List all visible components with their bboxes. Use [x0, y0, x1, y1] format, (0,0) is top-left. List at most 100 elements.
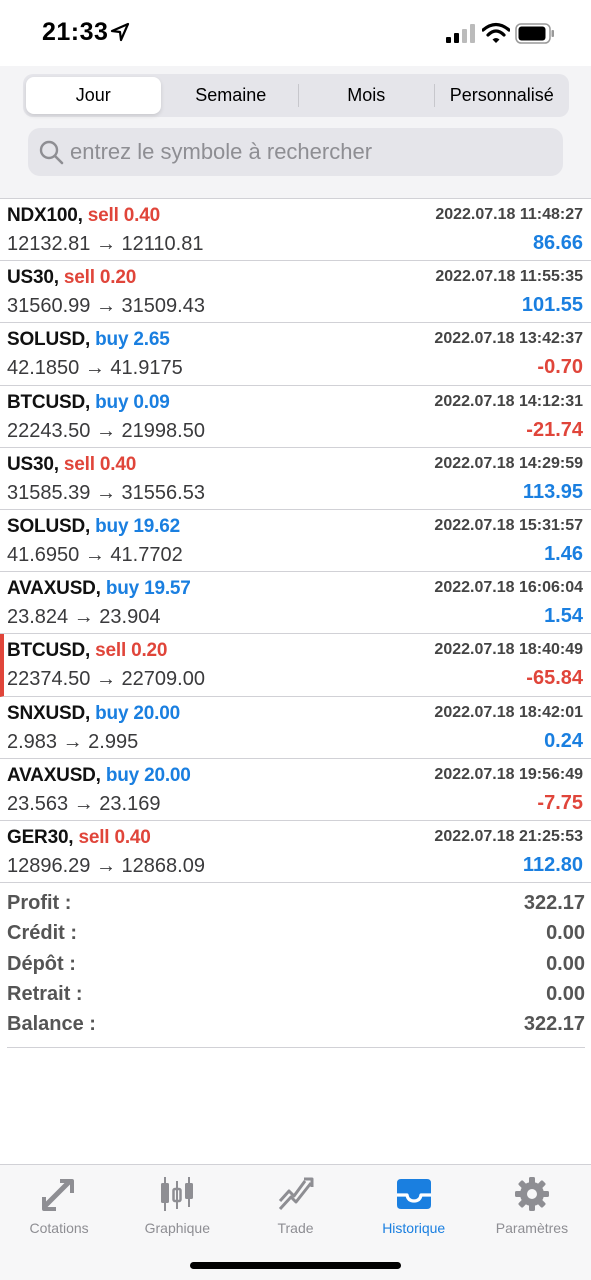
trade-prices: 31585.39 → 31556.53: [7, 481, 205, 504]
trade-row[interactable]: NDX100, sell 0.40 2022.07.18 11:48:27 1213…: [0, 199, 591, 262]
location-arrow-icon: [110, 22, 130, 42]
trade-profit: -21.74: [526, 418, 583, 441]
trade-side-volume: sell 0.20: [95, 640, 168, 662]
trade-symbol: US30, sell 0.20: [7, 267, 136, 289]
summary-row: Retrait : 0.00: [7, 981, 585, 1011]
trade-symbol: SOLUSD, buy 19.62: [7, 516, 180, 538]
trade-prices: 22374.50 → 22709.00: [7, 668, 205, 691]
status-time: 21:33: [42, 18, 109, 46]
trade-side-volume: sell 0.40: [63, 453, 137, 475]
home-indicator: [190, 1262, 401, 1269]
trade-prices: 41.6950 → 41.7702: [7, 543, 183, 566]
trade-side-volume: buy 19.57: [105, 578, 191, 600]
trade-profit: 1.46: [544, 542, 583, 565]
header: Jour Semaine Mois Personnalisé entrez le…: [0, 66, 591, 198]
trade-row[interactable]: AVAXUSD, buy 19.57 2022.07.18 16:06:04 23.…: [0, 572, 591, 635]
trade-profit: -7.75: [537, 791, 583, 814]
trade-profit: 112.80: [522, 853, 583, 876]
status-bar: 21:33: [0, 0, 591, 66]
trade-side-volume: buy 20.00: [95, 702, 180, 724]
search-input[interactable]: entrez le symbole à rechercher: [28, 128, 563, 176]
search-placeholder: entrez le symbole à rechercher: [70, 139, 373, 164]
tab-semaine[interactable]: Semaine: [164, 74, 299, 117]
symbol-name: AVAXUSD,: [7, 578, 101, 600]
summary-value: 0.00: [546, 952, 585, 975]
candlestick-chart-icon: [161, 1177, 194, 1211]
trade-prices: 23.563 → 23.169: [7, 792, 161, 815]
inbox-tray-icon: [396, 1179, 431, 1209]
trade-row[interactable]: BTCUSD, sell 0.20 2022.07.18 18:40:49 2237…: [0, 634, 591, 697]
trade-profit: 113.95: [522, 480, 583, 503]
tab-jour[interactable]: Jour: [26, 77, 161, 114]
trade-row[interactable]: US30, sell 0.40 2022.07.18 14:29:59 31585.…: [0, 448, 591, 510]
trade-row[interactable]: US30, sell 0.20 2022.07.18 11:55:35 31560.…: [0, 261, 591, 324]
trade-close-time: 2022.07.18 11:48:27: [435, 206, 583, 223]
symbol-name: US30,: [7, 453, 59, 475]
trade-profit: 86.66: [532, 232, 583, 254]
trade-symbol: SOLUSD, buy 2.65: [7, 329, 170, 351]
symbol-name: BTCUSD,: [7, 391, 91, 413]
symbol-name: SOLUSD,: [7, 329, 91, 351]
period-segmented-control: Jour Semaine Mois Personnalisé: [23, 74, 569, 117]
symbol-name: SOLUSD,: [7, 515, 91, 537]
trade-profit: 101.55: [521, 294, 583, 317]
trade-profit: -0.70: [537, 356, 583, 379]
symbol-name: AVAXUSD,: [7, 764, 101, 786]
trade-symbol: AVAXUSD, buy 19.57: [7, 578, 191, 600]
trade-side-volume: buy 20.00: [105, 764, 191, 786]
trade-close-time: 2022.07.18 18:42:01: [434, 703, 583, 721]
trade-symbol: AVAXUSD, buy 20.00: [7, 765, 191, 787]
tab-cotations[interactable]: Cotations: [0, 1165, 118, 1280]
trade-close-time: 2022.07.18 13:42:37: [434, 330, 583, 348]
symbol-name: GER30,: [7, 826, 74, 848]
symbol-name: BTCUSD,: [7, 640, 91, 662]
trade-side-volume: sell 0.40: [78, 826, 151, 848]
trade-close-time: 2022.07.18 15:31:57: [434, 516, 583, 534]
trade-history-list: NDX100, sell 0.40 2022.07.18 11:48:27 1213…: [0, 198, 591, 884]
cellular-signal-icon: [446, 24, 475, 43]
trade-side-volume: buy 0.09: [95, 391, 170, 413]
trade-row[interactable]: BTCUSD, buy 0.09 2022.07.18 14:12:31 22243…: [0, 386, 591, 448]
summary-label: Retrait :: [7, 982, 83, 1005]
tab-parametres[interactable]: Paramètres: [473, 1165, 591, 1280]
trend-line-icon: [278, 1177, 313, 1211]
trade-close-time: 2022.07.18 14:12:31: [434, 392, 583, 410]
summary-label: Profit :: [7, 892, 72, 914]
trade-close-time: 2022.07.18 18:40:49: [434, 641, 583, 659]
trade-side-volume: buy 2.65: [95, 329, 170, 351]
summary-label: Crédit :: [7, 922, 77, 945]
trade-prices: 31560.99 → 31509.43: [7, 295, 205, 318]
trade-row[interactable]: SOLUSD, buy 19.62 2022.07.18 15:31:57 41.6…: [0, 510, 591, 573]
gear-icon: [514, 1177, 549, 1211]
trade-profit: 0.24: [544, 729, 583, 752]
trade-prices: 12132.81 → 12110.81: [7, 233, 204, 255]
trade-symbol: GER30, sell 0.40: [7, 827, 151, 849]
summary-row: Dépôt : 0.00: [7, 951, 585, 981]
tab-label: Cotations: [29, 1220, 89, 1236]
trade-prices: 23.824 → 23.904: [7, 606, 161, 629]
tab-label: Historique: [382, 1220, 446, 1236]
summary-value: 322.17: [523, 1013, 585, 1036]
tab-label: Paramètres: [495, 1220, 569, 1236]
account-summary: Profit : 322.17 Crédit : 0.00 Dépôt :0.00 Ret…: [7, 890, 585, 1049]
trade-symbol: NDX100, sell 0.40: [7, 205, 160, 227]
tab-mois[interactable]: Mois: [299, 74, 434, 117]
trade-symbol: US30, sell 0.40: [7, 454, 136, 476]
tab-label: Graphique: [144, 1220, 210, 1236]
trade-symbol: BTCUSD, sell 0.20: [7, 640, 167, 662]
tab-label: Trade: [277, 1220, 314, 1236]
trade-symbol: BTCUSD, buy 0.09: [7, 392, 170, 414]
trade-prices: 42.1850 → 41.9175: [7, 357, 183, 380]
symbol-name: SNXUSD,: [7, 702, 91, 724]
quotes-arrows-icon: [42, 1179, 75, 1211]
search-icon: [39, 140, 64, 165]
trade-row[interactable]: GER30, sell 0.40 2022.07.18 21:25:53 12896…: [0, 821, 591, 884]
trade-close-time: 2022.07.18 11:55:35: [435, 268, 583, 286]
trade-row[interactable]: SOLUSD, buy 2.65 2022.07.18 13:42:37 42.18…: [0, 323, 591, 386]
trade-prices: 12896.29 → 12868.09: [7, 854, 205, 877]
tab-personnalise[interactable]: Personnalisé: [435, 74, 570, 117]
trade-row[interactable]: AVAXUSD, buy 20.00 2022.07.18 19:56:49 23.…: [0, 759, 591, 821]
trade-row[interactable]: SNXUSD, buy 20.00 2022.07.18 18:42:01 2.98…: [0, 697, 591, 759]
trade-profit: 1.54: [544, 605, 583, 628]
trade-close-time: 2022.07.18 19:56:49: [434, 765, 583, 783]
